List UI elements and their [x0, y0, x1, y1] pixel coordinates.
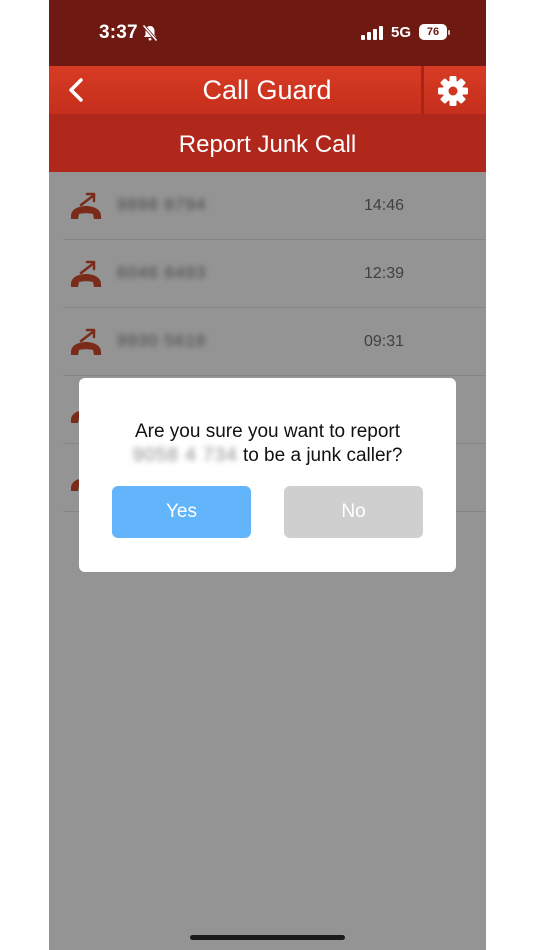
section-title: Report Junk Call: [178, 131, 357, 158]
no-button[interactable]: No: [284, 486, 423, 538]
app-title: Call Guard: [202, 75, 332, 105]
status-time: 3:37: [99, 22, 138, 43]
confirm-report-dialog: Are you sure you want to report 9058 4 7…: [79, 378, 456, 572]
battery-cap: [448, 30, 450, 35]
phone-screen: 3:37 5G 76 Call Guard Report Junk Call 9…: [49, 0, 486, 950]
section-header: Report Junk Call: [49, 114, 486, 172]
status-bar: 3:37 5G 76: [49, 0, 486, 66]
dialog-message-suffix: to be a junk caller?: [242, 445, 403, 466]
dialog-phone-number: 9058 4 734: [132, 445, 238, 466]
cellular-signal-icon: [361, 26, 383, 40]
gear-icon[interactable]: [436, 74, 470, 108]
back-arrow-icon[interactable]: [61, 74, 93, 106]
app-header: Call Guard: [49, 66, 486, 114]
dialog-message: Are you sure you want to report 9058 4 7…: [79, 420, 456, 468]
header-divider: [421, 66, 424, 114]
yes-button[interactable]: Yes: [112, 486, 251, 538]
dialog-message-prefix: Are you sure you want to report: [134, 421, 401, 442]
home-indicator[interactable]: [190, 935, 345, 940]
bell-muted-icon: [142, 24, 158, 42]
network-type: 5G: [391, 24, 412, 41]
battery-icon: 76: [419, 24, 447, 40]
